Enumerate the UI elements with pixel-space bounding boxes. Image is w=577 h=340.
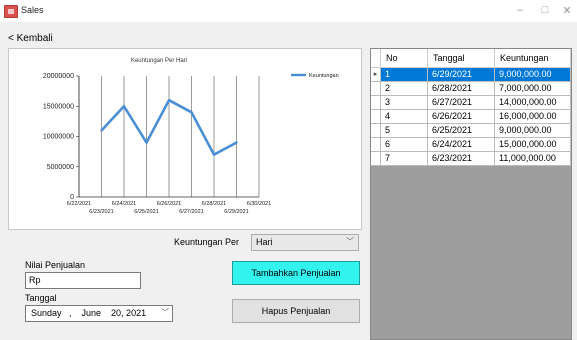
sales-table: No Tanggal Keuntungan ▸ 1 6/29/2021 9,000,0… bbox=[371, 49, 571, 166]
cell-keuntungan[interactable]: 9,000,000.00 bbox=[494, 67, 571, 82]
x-tick-label: 6/28/2021 bbox=[202, 201, 226, 207]
x-tick-label: 6/24/2021 bbox=[112, 201, 136, 207]
close-icon[interactable]: ✕ bbox=[559, 4, 575, 17]
row-header[interactable] bbox=[371, 109, 381, 124]
window-title: Sales bbox=[21, 5, 44, 15]
data-point[interactable] bbox=[100, 129, 103, 132]
sale-value-input[interactable]: Rp bbox=[25, 272, 141, 289]
row-header[interactable] bbox=[371, 95, 381, 110]
cell-keuntungan[interactable]: 16,000,000.00 bbox=[494, 109, 571, 124]
sales-grid[interactable]: No Tanggal Keuntungan ▸ 1 6/29/2021 9,000,0… bbox=[370, 48, 572, 340]
cell-tanggal[interactable]: 6/29/2021 bbox=[427, 67, 495, 82]
cell-tanggal[interactable]: 6/24/2021 bbox=[427, 137, 495, 152]
cell-no[interactable]: 3 bbox=[380, 95, 428, 110]
cell-no[interactable]: 1 bbox=[380, 67, 428, 82]
x-tick-label: 6/22/2021 bbox=[67, 201, 91, 207]
column-header-no[interactable]: No bbox=[380, 49, 428, 68]
data-point[interactable] bbox=[145, 141, 148, 144]
chart-title: Keuntungan Per Hari bbox=[131, 58, 187, 64]
cell-keuntungan[interactable]: 9,000,000.00 bbox=[494, 123, 571, 138]
x-tick-label: 6/25/2021 bbox=[134, 209, 158, 215]
cell-keuntungan[interactable]: 14,000,000.00 bbox=[494, 95, 571, 110]
cell-no[interactable]: 7 bbox=[380, 151, 428, 166]
chart-svg: Keuntungan Per Hari 0 5000000 10000000 1500… bbox=[43, 58, 339, 215]
y-tick-label: 0 bbox=[70, 194, 74, 201]
x-tick-label: 6/27/2021 bbox=[179, 209, 203, 215]
table-row[interactable]: 5 6/25/2021 9,000,000.00 bbox=[371, 123, 571, 138]
chevron-down-icon[interactable]: ﹀ bbox=[161, 307, 169, 318]
cell-keuntungan[interactable]: 11,000,000.00 bbox=[494, 151, 571, 166]
cell-tanggal[interactable]: 6/27/2021 bbox=[427, 95, 495, 110]
x-tick-label: 6/30/2021 bbox=[247, 201, 271, 207]
y-tick-label: 15000000 bbox=[43, 103, 74, 110]
period-select-value: Hari bbox=[256, 237, 273, 247]
cell-tanggal[interactable]: 6/28/2021 bbox=[427, 81, 495, 96]
cell-tanggal[interactable]: 6/26/2021 bbox=[427, 109, 495, 124]
y-tick-label: 10000000 bbox=[43, 134, 74, 141]
row-header[interactable]: ▸ bbox=[371, 67, 381, 82]
cell-no[interactable]: 2 bbox=[380, 81, 428, 96]
cell-no[interactable]: 5 bbox=[380, 123, 428, 138]
y-tick-label: 20000000 bbox=[43, 73, 74, 80]
cell-keuntungan[interactable]: 7,000,000.00 bbox=[494, 81, 571, 96]
date-label: Tanggal bbox=[25, 293, 57, 303]
column-header-tanggal[interactable]: Tanggal bbox=[427, 49, 495, 68]
app-icon bbox=[4, 5, 18, 18]
back-link[interactable]: < Kembali bbox=[8, 33, 53, 44]
maximize-icon[interactable]: □ bbox=[537, 4, 553, 16]
legend-label: Keuntungan bbox=[309, 73, 339, 79]
date-picker-value: Sunday , June 20, 2021 bbox=[31, 308, 147, 318]
date-picker[interactable]: Sunday , June 20, 2021 ﹀ bbox=[25, 305, 173, 322]
minimize-icon[interactable]: – bbox=[512, 4, 528, 16]
chevron-down-icon: ﹀ bbox=[346, 237, 354, 246]
data-point[interactable] bbox=[122, 105, 126, 108]
x-tick-label: 6/29/2021 bbox=[224, 209, 248, 215]
data-point[interactable] bbox=[190, 111, 193, 114]
title-bar: Sales – □ ✕ bbox=[0, 0, 577, 22]
x-tick-label: 6/23/2021 bbox=[89, 209, 113, 215]
table-row[interactable]: 6 6/24/2021 15,000,000.00 bbox=[371, 137, 571, 152]
sale-value-text: Rp bbox=[29, 275, 41, 285]
table-row[interactable]: 3 6/27/2021 14,000,000.00 bbox=[371, 95, 571, 110]
period-select[interactable]: Hari ﹀ bbox=[251, 234, 359, 251]
delete-sale-button[interactable]: Hapus Penjualan bbox=[232, 299, 360, 323]
row-header-corner bbox=[371, 49, 381, 68]
table-row[interactable]: 2 6/28/2021 7,000,000.00 bbox=[371, 81, 571, 96]
add-sale-button[interactable]: Tambahkan Penjualan bbox=[232, 261, 360, 285]
column-header-keuntungan[interactable]: Keuntungan bbox=[494, 49, 571, 68]
table-row[interactable]: ▸ 1 6/29/2021 9,000,000.00 bbox=[371, 67, 571, 82]
cell-keuntungan[interactable]: 15,000,000.00 bbox=[494, 137, 571, 152]
row-header[interactable] bbox=[371, 81, 381, 96]
y-tick-label: 5000000 bbox=[47, 164, 74, 171]
cell-no[interactable]: 6 bbox=[380, 137, 428, 152]
cell-tanggal[interactable]: 6/25/2021 bbox=[427, 123, 495, 138]
cell-tanggal[interactable]: 6/23/2021 bbox=[427, 151, 495, 166]
row-header[interactable] bbox=[371, 137, 381, 152]
table-header-row: No Tanggal Keuntungan bbox=[371, 49, 571, 68]
cell-no[interactable]: 4 bbox=[380, 109, 428, 124]
sale-value-label: Nilai Penjualan bbox=[25, 260, 86, 270]
table-row[interactable]: 7 6/23/2021 11,000,000.00 bbox=[371, 151, 571, 166]
row-header[interactable] bbox=[371, 123, 381, 138]
x-tick-label: 6/26/2021 bbox=[157, 201, 181, 207]
row-header[interactable] bbox=[371, 151, 381, 166]
period-label: Keuntungan Per bbox=[174, 237, 240, 247]
table-row[interactable]: 4 6/26/2021 16,000,000.00 bbox=[371, 109, 571, 124]
profit-chart: Keuntungan Per Hari 0 5000000 10000000 1500… bbox=[8, 48, 362, 230]
data-point[interactable] bbox=[167, 99, 171, 102]
data-point[interactable] bbox=[212, 153, 216, 156]
data-point[interactable] bbox=[235, 141, 238, 144]
